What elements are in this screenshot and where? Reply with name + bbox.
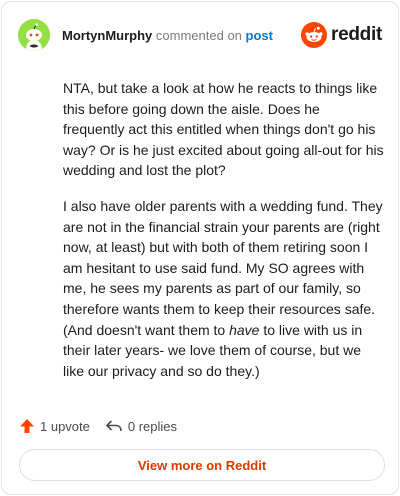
- reddit-logo[interactable]: reddit: [301, 22, 382, 48]
- paragraph-2-text-start: I also have older parents with a wedding…: [63, 197, 383, 338]
- commented-on-label: commented on: [155, 28, 242, 43]
- comment-body: NTA, but take a look at how he reacts to…: [63, 78, 385, 396]
- comment-byline: MortynMurphy commented on post: [62, 28, 273, 44]
- post-link[interactable]: post: [246, 28, 273, 43]
- reddit-logo-icon: [301, 22, 328, 48]
- user-avatar[interactable]: [18, 19, 50, 51]
- reddit-wordmark: reddit: [331, 24, 382, 45]
- snoo-avatar-icon: [18, 19, 50, 51]
- upvote-count: 1 upvote: [40, 418, 90, 434]
- reply-count: 0 replies: [127, 418, 178, 434]
- comment-embed-card: MortynMurphy commented on post reddit NT…: [1, 1, 399, 495]
- reply-arrow-icon: [106, 420, 122, 432]
- paragraph-2-emphasis: have: [229, 321, 260, 338]
- reply-button[interactable]: 0 replies: [105, 418, 177, 434]
- comment-header: MortynMurphy commented on post reddit: [18, 19, 382, 51]
- view-more-on-reddit-button[interactable]: View more on Reddit: [19, 449, 385, 481]
- comment-paragraph-1: NTA, but take a look at how he reacts to…: [63, 80, 384, 179]
- upvote-arrow-icon: [20, 419, 34, 433]
- comment-actions: 1 upvote 0 replies: [19, 416, 192, 436]
- username-link[interactable]: MortynMurphy: [62, 28, 152, 43]
- upvote-button[interactable]: 1 upvote: [19, 418, 90, 434]
- comment-paragraph-2: I also have older parents with a wedding…: [63, 196, 385, 381]
